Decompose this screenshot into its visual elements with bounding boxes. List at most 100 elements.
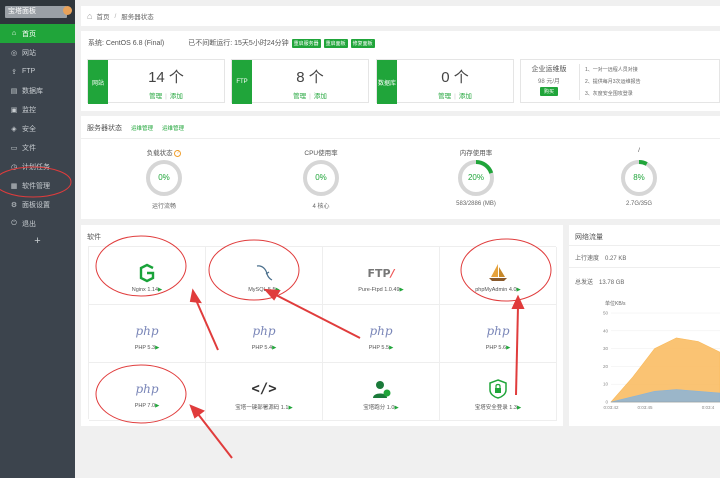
restart-server-button[interactable]: 重启服务器	[291, 38, 321, 48]
x-tick-label: 0:03:4	[702, 405, 715, 410]
sidebar-item-9[interactable]: ⚙ 面板设置	[0, 195, 75, 214]
gauge-label: CPU使用率	[276, 147, 366, 157]
software-item[interactable]: FTP/Pure-Ftpd 1.0.49▶	[323, 247, 440, 305]
gauge-detail: 583/2886 (MB)	[456, 201, 496, 207]
software-name: phpMyAdmin 4.0▶	[440, 287, 556, 293]
ftp-logo-word: FTP	[367, 266, 391, 280]
upload-value: 0.27 KB	[605, 256, 627, 262]
gauge-label-text: /	[638, 147, 640, 154]
stat-value: 0 个	[441, 69, 469, 86]
restart-panel-button[interactable]: 重启面板	[323, 38, 348, 48]
sidebar-item-7[interactable]: ◷ 计划任务	[0, 157, 75, 176]
ops-link[interactable]: 运维管理	[131, 124, 153, 133]
gauge-detail: 4 核心	[312, 204, 330, 210]
play-icon[interactable]: ▶	[400, 287, 404, 293]
play-icon[interactable]: ▶	[517, 287, 521, 293]
add-link[interactable]: 添加	[459, 93, 472, 100]
divider	[569, 267, 720, 268]
add-link[interactable]: 添加	[314, 93, 327, 100]
play-icon[interactable]: ▶	[155, 345, 159, 351]
play-icon[interactable]: ▶	[155, 403, 159, 409]
y-tick-label: 30	[603, 346, 609, 351]
sidebar-item-10[interactable]: ⏻ 退出	[0, 214, 75, 233]
play-icon[interactable]: ▶	[394, 405, 398, 411]
stat-tag: 数据库	[377, 60, 397, 104]
software-item[interactable]: phpMyAdmin 4.0▶	[440, 247, 557, 305]
php-icon: php	[440, 317, 556, 345]
gauge-ring: 0%	[302, 159, 340, 197]
enterprise-title: 企业运维版	[531, 66, 567, 73]
software-name-text: PHP 5.6	[485, 345, 507, 351]
add-icon[interactable]: +	[0, 235, 75, 247]
sidebar-item-label: 数据库	[22, 87, 43, 95]
stat-card-sites: 网站 14 个 管理 | 添加	[87, 59, 225, 104]
logout-icon: ⏻	[11, 219, 17, 227]
repair-panel-button[interactable]: 修复面板	[350, 38, 375, 48]
play-icon[interactable]: ▶	[389, 345, 393, 351]
stat-value: 14 个	[148, 69, 184, 86]
badge-shape	[383, 389, 391, 397]
y-tick-label: 0	[605, 400, 608, 405]
sidebar-item-label: 文件	[22, 144, 36, 152]
play-icon[interactable]: ▶	[158, 287, 162, 293]
play-icon[interactable]: ▶	[288, 405, 292, 411]
software-title: 软件	[87, 234, 101, 241]
software-item[interactable]: 宝塔跑分 1.0▶	[323, 363, 440, 421]
php-icon: php	[89, 375, 205, 403]
sidebar-item-2[interactable]: ⇪ FTP	[0, 62, 75, 81]
home-icon[interactable]: ⌂	[87, 11, 92, 21]
software-name-text: PHP 5.5	[368, 345, 390, 351]
feature-item: 3、灰度安全围攻登录	[585, 91, 633, 97]
software-item[interactable]: 宝塔安全登录 1.3▶	[440, 363, 557, 421]
sidebar-item-0[interactable]: ⌂ 首页	[0, 24, 75, 43]
buy-button[interactable]: 购买	[539, 87, 558, 96]
software-logo	[373, 381, 391, 398]
sidebar-item-4[interactable]: ▣ 监控	[0, 100, 75, 119]
shield-icon: ◈	[11, 125, 17, 133]
play-icon[interactable]: ▶	[506, 345, 510, 351]
software-item[interactable]: </> 宝塔一键部署源码 1.1▶	[206, 363, 323, 421]
manage-link[interactable]: 管理	[438, 93, 451, 100]
breadcrumb-home[interactable]: 首页	[96, 11, 109, 21]
software-item[interactable]: php PHP 5.6▶	[440, 305, 557, 363]
x-tick-label: 0:03:45	[637, 405, 653, 410]
gauge-value: 8%	[633, 173, 645, 182]
sent-value: 13.78 GB	[599, 280, 625, 286]
play-icon[interactable]: ▶	[517, 405, 521, 411]
sidebar-item-1[interactable]: ◎ 网站	[0, 43, 75, 62]
software-name-text: MySQL 5.5	[248, 287, 276, 293]
sidebar-item-8[interactable]: ▦ 软件管理	[0, 176, 75, 195]
software-item[interactable]: Nginx 1.14▶	[89, 247, 206, 305]
software-item[interactable]: php PHP 7.0▶	[89, 363, 206, 421]
sidebar-item-5[interactable]: ◈ 安全	[0, 119, 75, 138]
sidebar-item-label: 网站	[22, 49, 36, 57]
gauge-label-text: CPU使用率	[304, 150, 338, 157]
play-icon[interactable]: ▶	[276, 287, 280, 293]
manage-link[interactable]: 管理	[293, 93, 306, 100]
add-link[interactable]: 添加	[170, 93, 183, 100]
divider	[569, 245, 720, 246]
help-icon[interactable]: ?	[174, 149, 182, 157]
software-panel: 软件 Nginx 1.14▶ MySQL 5.5▶ FTP/Pure-Ftpd 1.…	[81, 225, 563, 426]
play-icon[interactable]: ▶	[272, 345, 276, 351]
os-info: 系统: CentOS 6.8 (Final)	[88, 40, 165, 47]
y-tick-label: 20	[603, 364, 609, 369]
manage-link[interactable]: 管理	[149, 93, 162, 100]
software-logo	[139, 263, 155, 283]
sidebar-item-label: 首页	[22, 30, 36, 38]
software-item[interactable]: MySQL 5.5▶	[206, 247, 323, 305]
sidebar-item-6[interactable]: ▭ 文件	[0, 138, 75, 157]
avatar[interactable]	[63, 6, 72, 15]
software-name: PHP 5.5▶	[323, 345, 439, 351]
software-item[interactable]: php PHP 5.3▶	[89, 305, 206, 363]
code-icon: </>	[206, 375, 322, 403]
gauge-value: 0%	[158, 173, 170, 182]
gauge-ring: 0%	[145, 159, 183, 197]
sidebar-item-3[interactable]: ▤ 数据库	[0, 81, 75, 100]
software-item[interactable]: php PHP 5.4▶	[206, 305, 323, 363]
software-item[interactable]: php PHP 5.5▶	[323, 305, 440, 363]
php-logo-text: php	[135, 324, 159, 338]
ops-link[interactable]: 运维管理	[162, 124, 184, 133]
gauge-3: / 8% 2.7G/35G	[594, 147, 684, 207]
home-icon: ⌂	[11, 30, 17, 37]
